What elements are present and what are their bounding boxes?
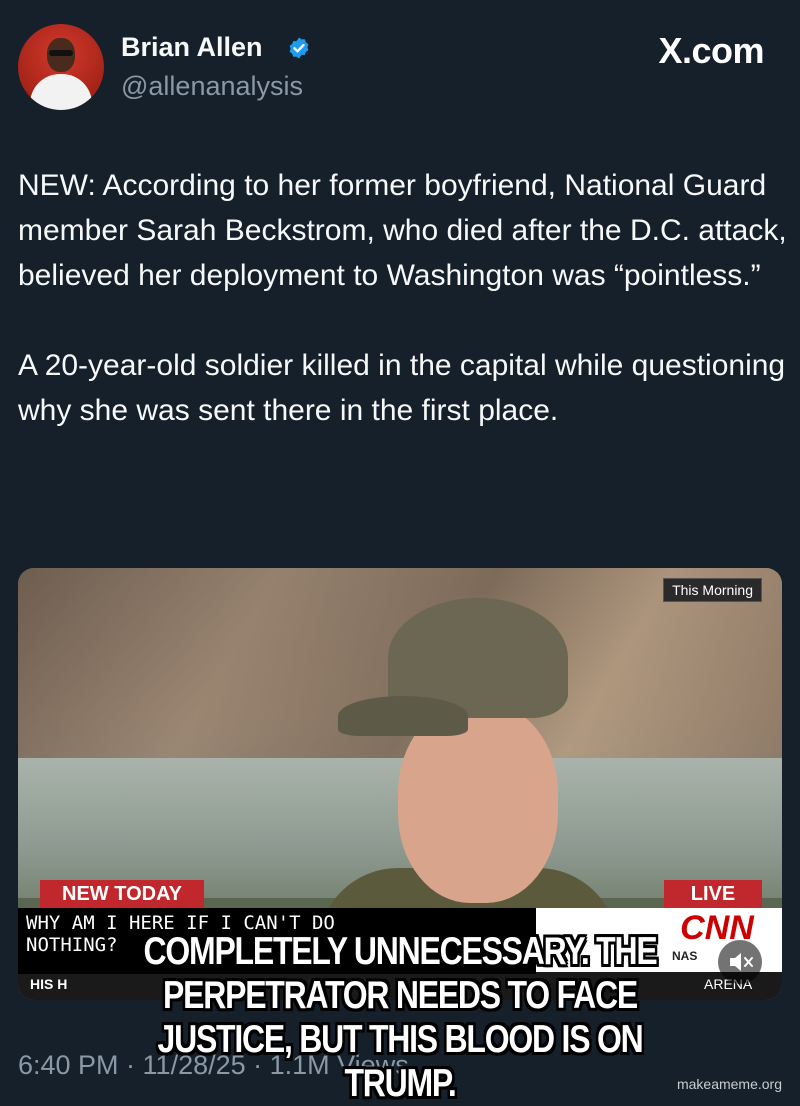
avatar-sunglasses bbox=[49, 50, 73, 56]
tweet-paragraph-1: NEW: According to her former boyfriend, … bbox=[18, 169, 787, 292]
network-tag: This Morning bbox=[663, 578, 762, 602]
live-badge: LIVE bbox=[664, 880, 762, 908]
avatar-shirt bbox=[30, 74, 92, 110]
author-avatar[interactable] bbox=[18, 24, 104, 110]
cap-brim bbox=[338, 696, 468, 736]
mute-button[interactable] bbox=[718, 940, 762, 984]
speaker-muted-icon bbox=[730, 953, 753, 971]
verified-badge-icon bbox=[289, 37, 309, 59]
new-today-badge: NEW TODAY bbox=[40, 880, 204, 908]
watermark: makeameme.org bbox=[676, 1076, 782, 1092]
tweet-paragraph-2: A 20-year-old soldier killed in the capi… bbox=[18, 349, 786, 427]
x-logo: X.com bbox=[658, 30, 764, 71]
meme-caption: COMPLETELY UNNECESSARY. THE PERPETRATOR … bbox=[143, 930, 658, 1105]
tweet-body: NEW: According to her former boyfriend, … bbox=[18, 163, 788, 478]
ticker-left-text: HIS H bbox=[30, 976, 68, 992]
author-handle[interactable]: @allenanalysis bbox=[121, 71, 303, 102]
author-name[interactable]: Brian Allen bbox=[121, 32, 263, 63]
